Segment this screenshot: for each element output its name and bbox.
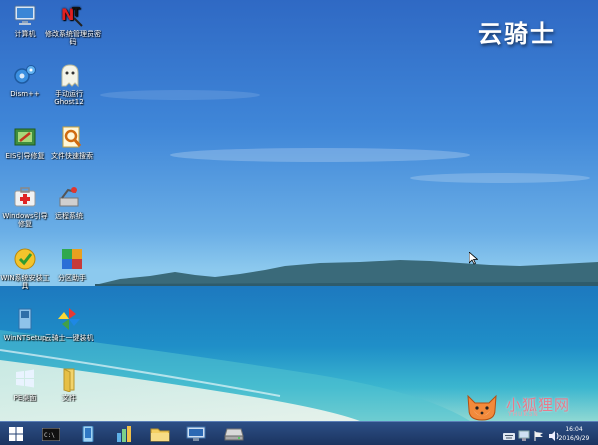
desktop-icon-eis-boot-repair[interactable]: EIS引导修复 (0, 124, 50, 160)
desktop-icon-ghost[interactable]: 手动运行Ghost12 (44, 62, 94, 106)
taskbar-item-phone[interactable] (76, 424, 100, 444)
win-install-tool-icon (12, 246, 38, 272)
desktop-icon-label: 远程系统 (55, 212, 83, 220)
tray-clock[interactable]: 16:04 2016/9/29 (552, 425, 596, 443)
desktop-icon-label: 文件 (62, 394, 76, 402)
desktop-icon-label: EIS引导修复 (5, 152, 45, 160)
svg-text:C:\: C:\ (44, 432, 55, 439)
desktop-icon-one-click-install[interactable]: 云骑士一键装机 (44, 306, 94, 342)
windows-logo-icon (12, 366, 38, 392)
desktop-icon-partition-assistant[interactable]: 分区助手 (44, 246, 100, 282)
taskbar-item-disk[interactable] (222, 424, 246, 444)
desktop-icon-label: 手动运行Ghost12 (54, 90, 84, 106)
disk-drive-icon (224, 428, 244, 441)
phone-icon (82, 426, 94, 442)
start-button[interactable] (4, 424, 28, 444)
desktop-icon-computer[interactable]: 计算机 (0, 2, 50, 38)
desktop-icon-label: Dism++ (10, 90, 40, 98)
desktop-icon-label: 修改系统管理员密码 (45, 30, 101, 46)
watermark: 小狐狸网 YHUKSN (462, 392, 598, 421)
taskbar-item-tools[interactable] (112, 424, 136, 444)
desktop-icon-pe-desktop[interactable]: PE桌面 (0, 366, 50, 402)
winntsetup-icon (12, 306, 38, 332)
mouse-cursor (468, 250, 479, 269)
flag-icon[interactable] (533, 427, 545, 441)
pinwheel-icon (56, 306, 82, 332)
desktop-icon-winntsetup[interactable]: WinNTSetup (0, 306, 50, 342)
first-aid-kit-icon (12, 184, 38, 210)
desktop-icon-label: WIN系统安装工具 (0, 274, 50, 290)
computer-icon (12, 2, 38, 28)
desktop-icon-remote-system[interactable]: 远程系统 (44, 184, 94, 220)
file-search-icon (59, 124, 85, 150)
desktop-icon-label: 云骑士一键装机 (44, 334, 94, 342)
desktop-icon-label: WinNTSetup (3, 334, 47, 342)
desktop-icon-label: 计算机 (14, 30, 36, 38)
folder-icon (56, 366, 82, 393)
desktop-icon-label: PE桌面 (13, 394, 37, 402)
desktop-icon-folder[interactable]: 文件 (44, 366, 94, 402)
fox-mascot-icon (467, 394, 497, 421)
explorer-folder-icon (150, 428, 170, 442)
desktop-icon-label: 分区助手 (58, 274, 86, 282)
desktop-icon-label: Windows引导修复 (2, 212, 48, 228)
remote-system-icon (56, 184, 82, 210)
taskbar: C:\ 16:04 2016/9/29 (0, 421, 598, 445)
brand-logo: 云骑士 (478, 20, 556, 48)
nt-password-icon: NT (60, 2, 86, 28)
monitor-icon (186, 426, 206, 441)
boot-repair-icon (12, 124, 38, 150)
taskbar-item-explorer[interactable] (148, 424, 172, 444)
desktop-icon-dism[interactable]: Dism++ (0, 62, 50, 98)
desktop-icon-win-install-tool[interactable]: WIN系统安装工具 (0, 246, 50, 290)
watermark-subtext: YHUKSN (508, 411, 539, 418)
dism-gear-icon (12, 62, 38, 88)
desktop-icon-windows-boot-repair[interactable]: Windows引导修复 (0, 184, 50, 228)
tray-time: 16:04 (565, 426, 583, 433)
svg-text:T: T (72, 5, 81, 19)
ghost-icon (56, 62, 82, 88)
desktop-icon-file-search[interactable]: 文件快速搜索 (44, 124, 100, 160)
taskbar-item-monitor[interactable] (184, 424, 208, 444)
keyboard-icon[interactable] (503, 427, 515, 441)
desktop: 云骑士 计算机 NT 修改系统管理员密码 Dism++ 手动运行Ghost12 … (0, 0, 598, 421)
tools-icon (117, 426, 131, 442)
partition-assistant-icon (59, 246, 85, 272)
network-icon[interactable] (518, 427, 530, 441)
desktop-icon-label: 文件快速搜索 (51, 152, 93, 160)
desktop-icon-nt-password[interactable]: NT 修改系统管理员密码 (44, 2, 102, 46)
cmd-icon: C:\ (42, 427, 60, 441)
windows-start-icon (9, 427, 23, 441)
tray-date: 2016/9/29 (558, 435, 590, 442)
taskbar-item-cmd[interactable]: C:\ (40, 424, 62, 444)
